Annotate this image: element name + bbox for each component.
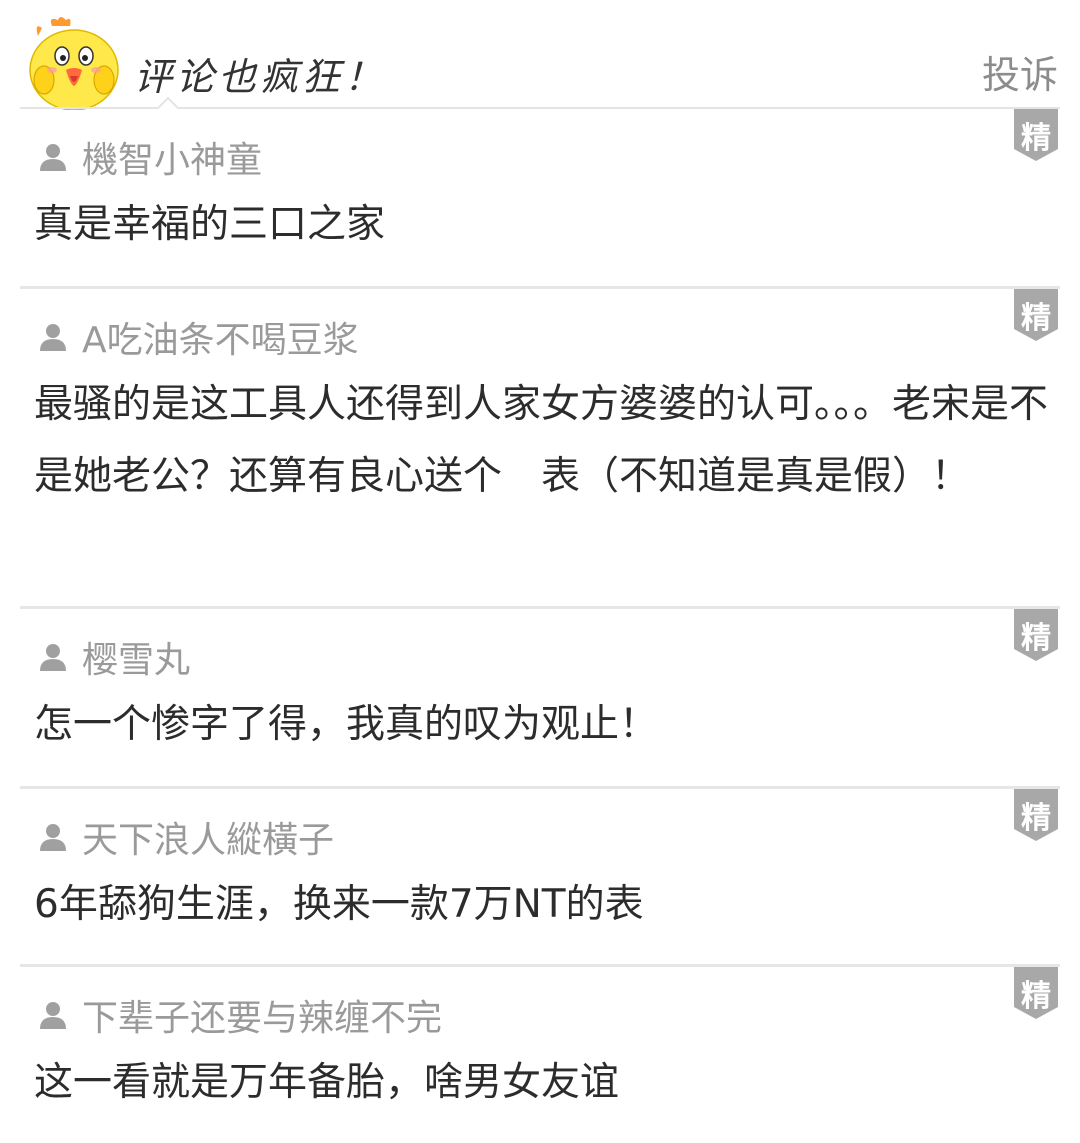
featured-badge-label: 精 xyxy=(1021,301,1051,336)
comment-text: 怎一个惨字了得，我真的叹为观止！ xyxy=(34,702,659,747)
user-icon xyxy=(40,144,66,171)
comment-text: 真是幸福的三口之家 xyxy=(34,202,386,247)
comment-text: 这一看就是万年备胎，啥男女友谊 xyxy=(34,1060,620,1105)
user-icon xyxy=(40,644,66,671)
featured-badge-label: 精 xyxy=(1021,621,1051,656)
comment-author[interactable]: 樱雪丸 xyxy=(34,629,1060,685)
comment-item: 精 樱雪丸 怎一个惨字了得，我真的叹为观止！ xyxy=(20,609,1060,789)
comment-item: 精 下辈子还要与辣缠不完 这一看就是万年备胎，啥男女友谊 xyxy=(20,967,1060,1143)
comment-item: 精 A吃油条不喝豆浆 最骚的是这工具人还得到人家女方婆婆的认可。。。老宋是不是她… xyxy=(20,289,1060,609)
chick-mascot-icon xyxy=(29,17,119,110)
comment-text: 6年舔狗生涯，换来一款7万NT的表 xyxy=(34,882,644,927)
comment-item: 精 機智小神童 真是幸福的三口之家 xyxy=(20,109,1060,289)
user-icon xyxy=(40,324,66,351)
comment-text: 最骚的是这工具人还得到人家女方婆婆的认可。。。老宋是不是她老公？还算有良心送个 … xyxy=(34,382,1049,499)
section-title: 评论也疯狂！ xyxy=(134,55,387,99)
username: A吃油条不喝豆浆 xyxy=(82,320,359,361)
comment-author[interactable]: 機智小神童 xyxy=(34,129,1060,185)
comment-list: 精 機智小神童 真是幸福的三口之家 精 A吃油条不喝豆浆 最骚的是这工具人还得到… xyxy=(20,109,1060,1143)
comment-author[interactable]: A吃油条不喝豆浆 xyxy=(34,309,1060,365)
username: 機智小神童 xyxy=(82,140,263,181)
user-icon xyxy=(40,1002,66,1029)
username: 下辈子还要与辣缠不完 xyxy=(82,998,443,1039)
featured-badge-label: 精 xyxy=(1021,121,1051,156)
username: 天下浪人縱橫子 xyxy=(82,820,335,861)
comment-author[interactable]: 下辈子还要与辣缠不完 xyxy=(34,987,1060,1043)
featured-badge-label: 精 xyxy=(1021,801,1051,836)
comment-author[interactable]: 天下浪人縱橫子 xyxy=(34,809,1060,865)
comments-header: 评论也疯狂！ 投诉 xyxy=(0,0,1080,120)
featured-badge-label: 精 xyxy=(1021,979,1051,1014)
username: 樱雪丸 xyxy=(82,640,191,681)
report-link[interactable]: 投诉 xyxy=(982,44,1058,99)
comment-item: 精 天下浪人縱橫子 6年舔狗生涯，换来一款7万NT的表 xyxy=(20,789,1060,967)
user-icon xyxy=(40,824,66,851)
